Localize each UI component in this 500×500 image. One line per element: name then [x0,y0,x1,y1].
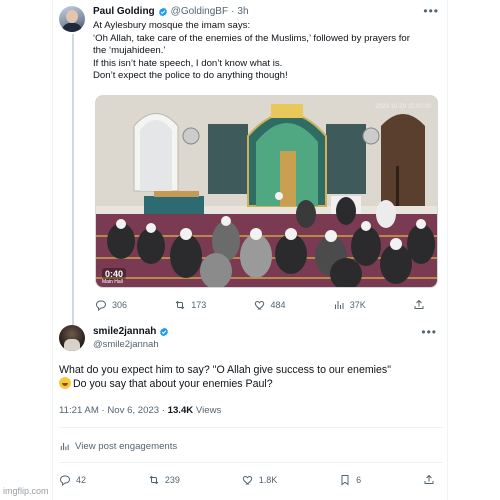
tweet-thread-card: Paul Golding @GoldingBF · 3h ••• At Ayle… [52,0,448,500]
reply-actions: 42 239 1.8K 6 [59,474,435,486]
view-post-engagements-link[interactable]: View post engagements [59,441,177,452]
author-name[interactable]: Paul Golding [93,6,155,17]
divider [59,427,443,428]
tweet-text-line: At Aylesbury mosque the imam says: [93,20,251,31]
heart-icon [254,300,264,310]
views-button[interactable]: 37K [333,299,366,311]
tweet-text: At Aylesbury mosque the imam says: ‘Oh A… [93,20,443,83]
separator-dot: · [231,6,235,17]
author-handle[interactable]: @GoldingBF [171,6,228,17]
laughing-emoji-icon [59,377,71,389]
more-options-icon[interactable]: ••• [423,4,439,18]
reply-count: 306 [112,300,128,310]
retweet-button[interactable]: 239 [148,474,180,486]
imgflip-watermark: imgflip.com [3,486,49,496]
reply-text: What do you expect him to say? "O Allah … [59,363,444,391]
reply-icon [59,475,71,486]
reply-header: smile2jannah @smile2jannah [93,326,169,350]
heart-icon [242,475,252,485]
video-timestamp-overlay: 2023-10-29 15:00:00 [375,104,431,110]
like-button[interactable]: 484 [254,299,286,311]
like-count: 1.8K [258,475,278,485]
tweet-actions: 306 173 484 37K [95,299,425,311]
engagements-label: View post engagements [75,441,178,452]
views-label: Views [195,405,222,416]
post-time[interactable]: 11:21 AM · Nov 6, 2023 · [59,405,168,416]
avatar[interactable] [59,325,85,351]
more-options-icon[interactable]: ••• [421,325,437,339]
parent-tweet[interactable]: Paul Golding @GoldingBF · 3h ••• At Ayle… [53,0,449,326]
reply-text-line: What do you expect him to say? "O Allah … [59,364,391,376]
tweet-text-line: Don’t expect the police to do anything t… [93,70,288,81]
author-handle[interactable]: @smile2jannah [93,339,169,350]
reply-icon [95,300,107,311]
share-button[interactable] [423,474,435,486]
like-count: 484 [270,300,286,310]
retweet-button[interactable]: 173 [174,299,206,311]
avatar[interactable] [59,6,85,32]
thread-connector-line [72,34,74,326]
reply-text-line2: Do you say that about your enemies Paul? [59,377,444,391]
tweet-header: Paul Golding @GoldingBF · 3h [93,6,249,17]
author-name[interactable]: smile2jannah [93,326,156,337]
tweet-meta: 11:21 AM · Nov 6, 2023 · 13.4K Views [59,405,221,416]
share-icon [414,299,424,309]
views-count: 13.4K [167,405,194,416]
reply-button[interactable]: 42 [59,474,86,486]
tweet-text-line: If this isn’t hate speech, I don’t know … [93,57,283,69]
video-player[interactable]: 2023-10-29 15:00:00 0:40 Main Hall [95,95,438,288]
bookmark-button[interactable]: 6 [339,474,361,486]
like-button[interactable]: 1.8K [242,474,278,486]
video-caption: Main Hall [102,279,123,285]
share-icon [424,474,434,484]
verified-badge-icon [160,327,169,336]
reply-count: 42 [76,475,87,485]
reply-text-line: Do you say that about your enemies Paul? [73,378,273,390]
tweet-text-line: the ‘mujahideen.’ [93,45,166,56]
views-chart-icon [334,301,344,309]
share-button[interactable] [413,299,425,311]
retweet-count: 173 [191,300,207,310]
retweet-count: 239 [164,475,180,485]
verified-badge-icon [158,7,167,16]
bookmark-icon [341,475,349,486]
bookmark-count: 6 [356,475,362,485]
retweet-icon [175,300,185,310]
reply-button[interactable]: 306 [95,299,127,311]
retweet-icon [149,475,159,485]
engagements-chart-icon [60,442,69,451]
tweet-text-line: ‘Oh Allah, take care of the enemies of t… [93,32,410,44]
view-count: 37K [349,300,366,310]
video-frame [96,96,437,287]
divider [59,462,443,463]
tweet-age[interactable]: 3h [237,6,248,17]
